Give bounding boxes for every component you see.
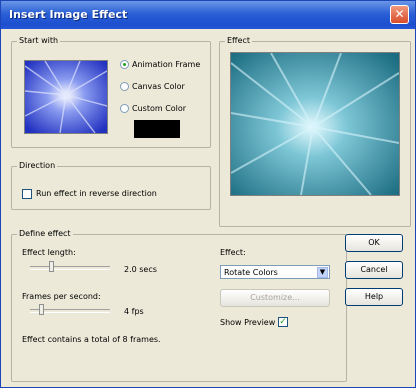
effect-type-label: Effect:: [220, 248, 246, 257]
customize-button[interactable]: Customize...: [220, 289, 330, 307]
start-with-group: Start with Animation Frame Canvas Color …: [11, 36, 211, 148]
effect-type-value: Rotate Colors: [224, 268, 278, 277]
reverse-direction-checkbox[interactable]: [22, 189, 32, 199]
effect-length-slider[interactable]: [30, 261, 110, 275]
teal-burst-image: [230, 52, 400, 196]
window-title: Insert Image Effect: [9, 8, 128, 21]
fps-label: Frames per second:: [22, 292, 101, 301]
custom-color-label: Custom Color: [132, 104, 187, 113]
canvas-color-label: Canvas Color: [132, 82, 185, 91]
reverse-direction-label: Run effect in reverse direction: [36, 189, 157, 198]
effect-preview: [230, 52, 400, 196]
title-bar[interactable]: Insert Image Effect ✕: [1, 1, 415, 29]
effect-type-select[interactable]: Rotate Colors ▼: [220, 265, 330, 279]
custom-color-swatch[interactable]: [134, 120, 180, 138]
chevron-down-icon[interactable]: ▼: [317, 267, 328, 278]
animation-frame-label: Animation Frame: [132, 60, 201, 69]
show-preview-checkbox[interactable]: ✓: [278, 317, 288, 327]
effect-length-slider-thumb[interactable]: [49, 261, 54, 272]
cancel-button[interactable]: Cancel: [345, 261, 403, 279]
direction-group: Direction Run effect in reverse directio…: [11, 161, 211, 210]
define-effect-group: Define effect Effect length: 2.0 secs Fr…: [11, 229, 347, 382]
define-effect-label: Define effect: [17, 229, 73, 238]
blue-burst-image: [24, 60, 108, 134]
dialog-window: Insert Image Effect ✕ Start with Animati…: [0, 0, 416, 388]
ok-button[interactable]: OK: [345, 234, 403, 252]
help-button[interactable]: Help: [345, 288, 403, 306]
fps-value: 4 fps: [124, 307, 144, 316]
effect-preview-label: Effect: [225, 36, 253, 45]
start-with-label: Start with: [17, 36, 61, 45]
effect-group: Effect: [219, 36, 411, 227]
fps-slider[interactable]: [30, 304, 110, 318]
effect-length-label: Effect length:: [22, 248, 76, 257]
animation-frame-radio[interactable]: [120, 60, 129, 69]
show-preview-label: Show Preview: [220, 318, 276, 327]
canvas-color-radio[interactable]: [120, 82, 129, 91]
effect-length-value: 2.0 secs: [124, 265, 157, 274]
start-frame-thumbnail: [24, 60, 108, 134]
total-frames-text: Effect contains a total of 8 frames.: [22, 335, 161, 344]
custom-color-radio[interactable]: [120, 104, 129, 113]
direction-label: Direction: [17, 161, 58, 170]
fps-slider-thumb[interactable]: [39, 304, 44, 315]
close-icon[interactable]: ✕: [390, 5, 409, 24]
